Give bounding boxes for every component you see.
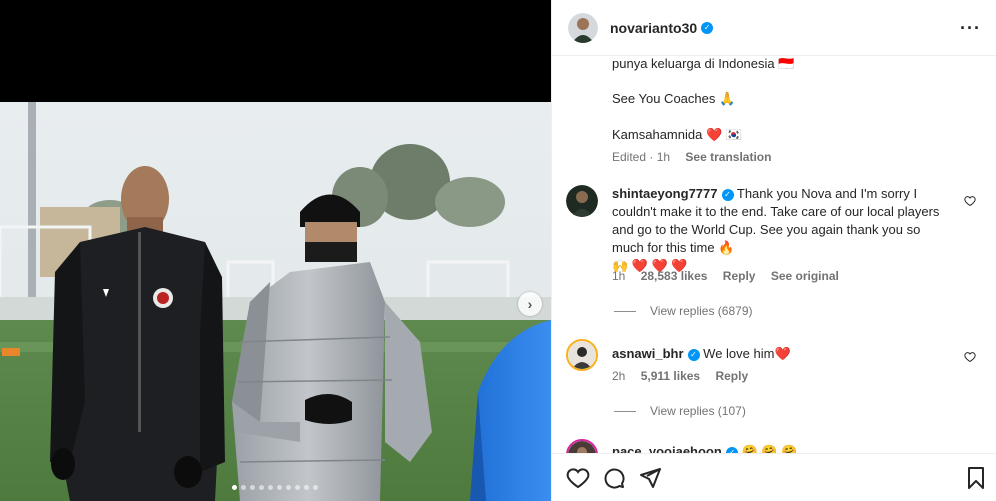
reply-button[interactable]: Reply bbox=[715, 369, 748, 383]
like-comment-heart-icon[interactable] bbox=[964, 351, 976, 363]
see-original-link[interactable]: See original bbox=[771, 269, 839, 283]
carousel-dot bbox=[241, 485, 246, 490]
post-header: novarianto30 ✓ ··· bbox=[552, 0, 996, 56]
edited-label: Edited bbox=[612, 150, 647, 164]
caption-line: punya keluarga di Indonesia 🇮🇩 bbox=[612, 57, 795, 71]
next-photo-button[interactable]: › bbox=[518, 292, 542, 316]
post-panel: novarianto30 ✓ ··· punya keluarga di Ind… bbox=[551, 0, 996, 501]
caption-line: See You Coaches 🙏 bbox=[612, 91, 736, 106]
more-options-icon[interactable]: ··· bbox=[960, 18, 981, 39]
comment-body: shintaeyong7777 ✓ Thank you Nova and I'm … bbox=[612, 185, 952, 275]
like-comment-heart-icon[interactable] bbox=[964, 195, 976, 207]
carousel-dot bbox=[268, 485, 273, 490]
carousel-dot bbox=[277, 485, 282, 490]
view-replies-label: View replies (107) bbox=[650, 404, 746, 418]
carousel-dot bbox=[286, 485, 291, 490]
caption-line: Kamsahamnida ❤️ 🇰🇷 bbox=[612, 127, 742, 142]
comment-text: We love him❤️ bbox=[703, 346, 791, 361]
view-replies-button[interactable]: View replies (6879) bbox=[614, 304, 753, 318]
comment-item: pace_yoojaehoon ✓ 🤗 🤗 🤗 bbox=[566, 439, 986, 453]
carousel-dot bbox=[313, 485, 318, 490]
comment-username[interactable]: pace_yoojaehoon bbox=[612, 444, 722, 453]
author-username[interactable]: novarianto30 bbox=[610, 20, 697, 36]
commenter-avatar[interactable] bbox=[566, 185, 598, 217]
commenter-avatar[interactable] bbox=[566, 339, 598, 371]
replies-divider bbox=[614, 310, 636, 312]
post-photo[interactable] bbox=[0, 102, 551, 501]
see-translation-link[interactable]: See translation bbox=[685, 150, 771, 164]
verified-badge-icon: ✓ bbox=[687, 348, 700, 361]
carousel-indicator bbox=[232, 485, 318, 490]
comment-username[interactable]: asnawi_bhr bbox=[612, 346, 684, 361]
share-icon[interactable] bbox=[638, 466, 662, 490]
comments-section: punya keluarga di Indonesia 🇮🇩 See You C… bbox=[552, 57, 996, 453]
carousel-dot bbox=[304, 485, 309, 490]
verified-badge-icon: ✓ bbox=[721, 188, 734, 201]
comment-icon[interactable] bbox=[602, 466, 626, 490]
caption-meta: Edited · 1h See translation bbox=[612, 150, 772, 164]
comment-username[interactable]: shintaeyong7777 bbox=[612, 186, 718, 201]
post-age: 1h bbox=[656, 150, 671, 164]
view-replies-label: View replies (6879) bbox=[650, 304, 753, 318]
chevron-right-icon: › bbox=[527, 296, 533, 312]
comment-likes[interactable]: 28,583 likes bbox=[641, 269, 708, 283]
comment-meta: 1h 28,583 likes Reply See original bbox=[612, 269, 839, 283]
reply-button[interactable]: Reply bbox=[723, 269, 756, 283]
author-avatar[interactable] bbox=[568, 12, 598, 43]
verified-badge-icon: ✓ bbox=[701, 21, 714, 34]
comment-body: pace_yoojaehoon ✓ 🤗 🤗 🤗 bbox=[612, 443, 952, 453]
replies-divider bbox=[614, 410, 636, 412]
carousel-dot bbox=[295, 485, 300, 490]
post-action-bar bbox=[552, 453, 996, 501]
comment-meta: 2h 5,911 likes Reply bbox=[612, 369, 748, 383]
comment-age: 2h bbox=[612, 369, 626, 383]
view-replies-button[interactable]: View replies (107) bbox=[614, 404, 746, 418]
carousel-dot bbox=[259, 485, 264, 490]
bookmark-icon[interactable] bbox=[964, 466, 988, 490]
comment-text: 🤗 🤗 🤗 bbox=[741, 444, 798, 453]
comment-age: 1h bbox=[612, 269, 626, 283]
comment-likes[interactable]: 5,911 likes bbox=[641, 369, 700, 383]
comment-body: asnawi_bhr ✓ We love him❤️ bbox=[612, 345, 952, 363]
carousel-dot bbox=[232, 485, 237, 490]
post-media: › bbox=[0, 0, 551, 501]
commenter-avatar[interactable] bbox=[566, 439, 598, 453]
carousel-dot bbox=[250, 485, 255, 490]
heart-icon[interactable] bbox=[566, 466, 590, 490]
